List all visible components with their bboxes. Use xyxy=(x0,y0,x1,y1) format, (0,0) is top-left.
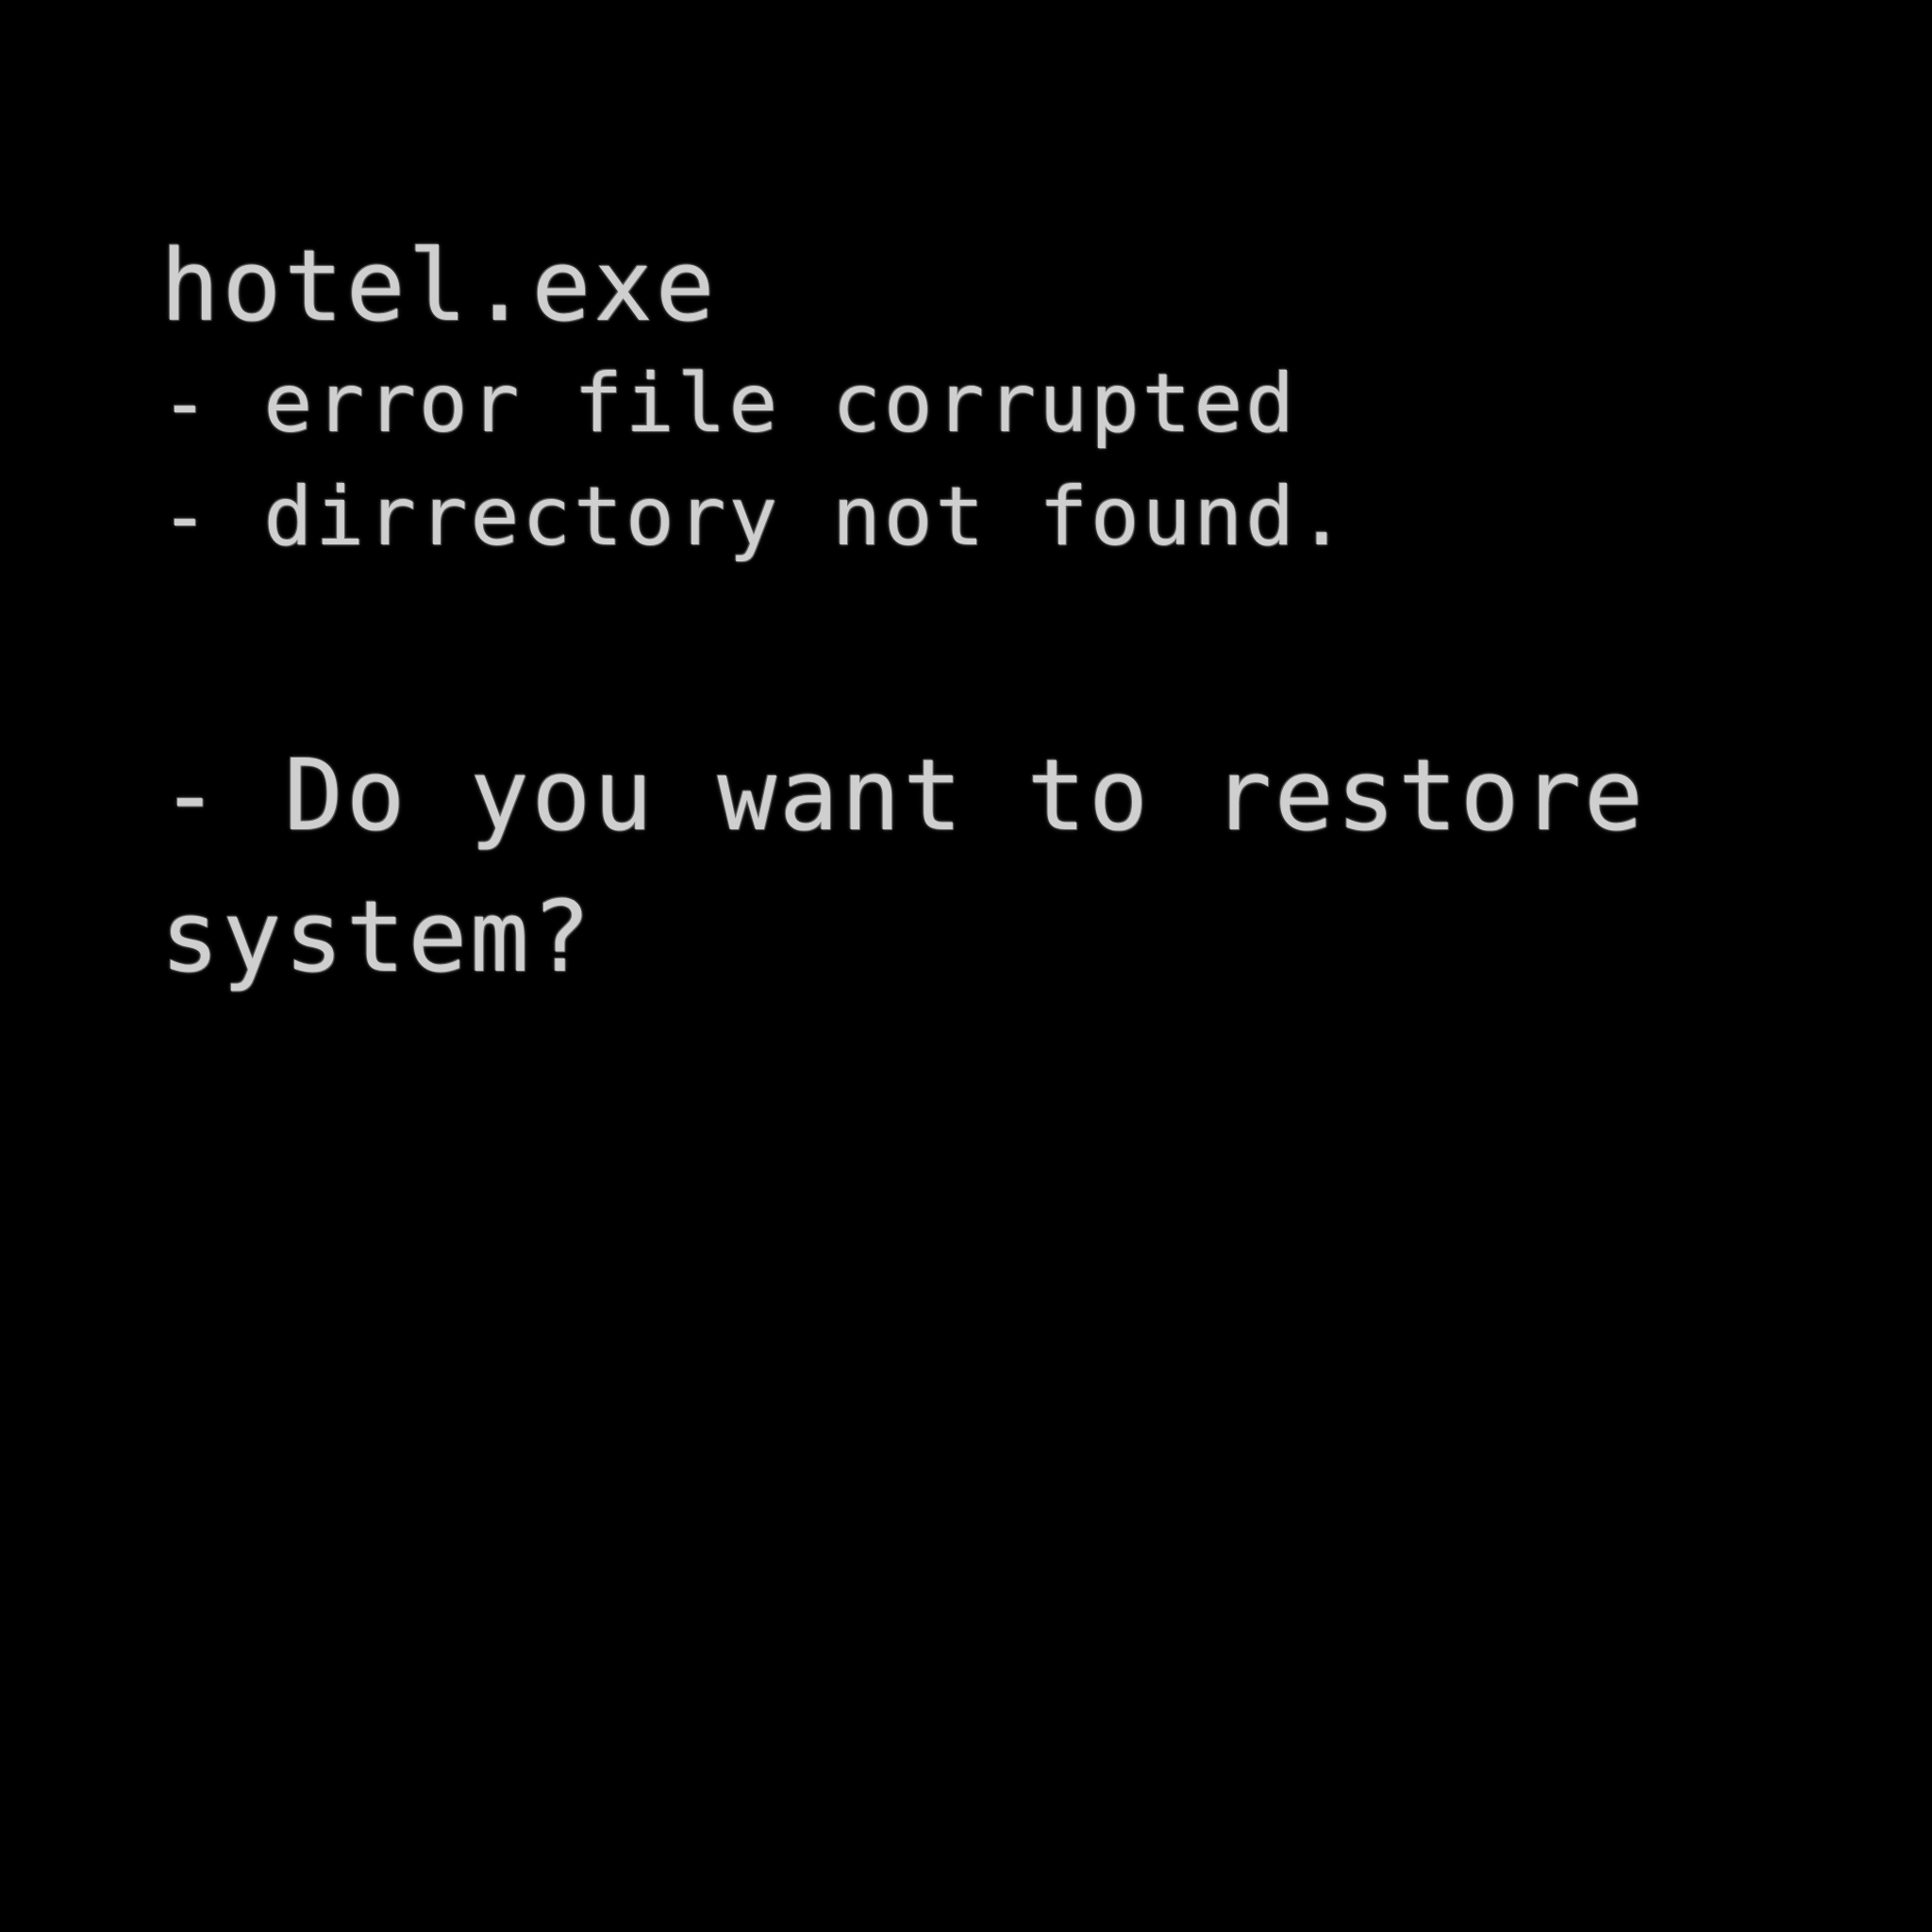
terminal-screen: hotel.exe - error file corrupted - dirre… xyxy=(0,0,1932,1932)
terminal-output: hotel.exe - error file corrupted - dirre… xyxy=(160,225,1858,1008)
error-message-corrupted: - error file corrupted xyxy=(160,357,1298,451)
program-title: hotel.exe xyxy=(160,228,718,343)
error-message-directory: - dirrectory not found. xyxy=(160,470,1349,564)
restore-prompt-line-1: - Do you want to restore xyxy=(160,738,1646,853)
restore-prompt-line-2: system? xyxy=(160,879,594,994)
